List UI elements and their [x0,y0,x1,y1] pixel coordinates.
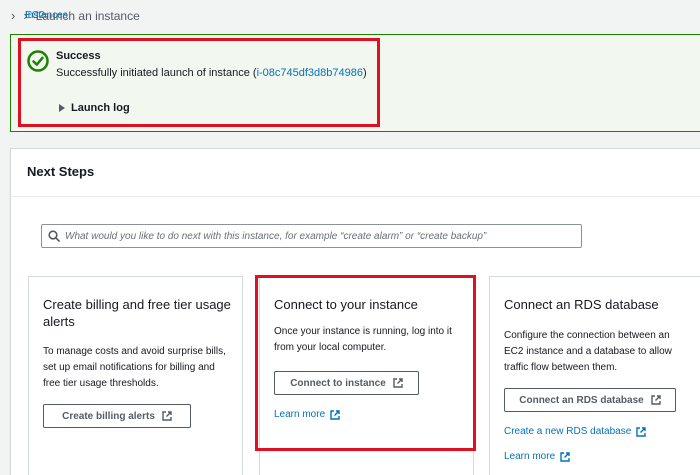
launch-log-label: Launch log [71,102,130,114]
learn-more-link[interactable]: Learn more [504,451,570,462]
card-title: Connect to your instance [274,297,418,312]
flash-message: Successfully initiated launch of instanc… [56,67,367,79]
button-label: Connect to instance [290,377,386,389]
breadcrumb: EC2 › Instances › Launch an instance [11,8,140,23]
flash-title: Success [56,50,101,62]
link-label: Create a new RDS database [504,426,632,437]
card-title: Connect an RDS database [504,297,659,312]
external-link-icon [393,378,403,388]
success-flash: Success Successfully initiated launch of… [10,34,700,132]
card-description: Once your instance is running, log into … [274,326,452,353]
instance-id-link[interactable]: i-08c745df3d8b74986 [257,67,363,79]
link-label: Learn more [274,409,326,420]
external-link-icon [560,451,570,462]
external-link-icon [651,395,661,405]
create-rds-database-link[interactable]: Create a new RDS database [504,426,646,437]
success-check-icon [27,50,49,72]
connect-to-instance-button[interactable]: Connect to instance [274,371,419,395]
external-link-icon [330,409,340,420]
flash-message-suffix: ) [363,67,367,79]
panel-title: Next Steps [27,164,95,179]
card-description: To manage costs and avoid surprise bills… [43,346,226,389]
button-label: Connect an RDS database [519,394,644,406]
next-steps-panel: Next Steps Create billing and free tier … [10,148,700,475]
card-description: Configure the connection between an EC2 … [504,330,672,373]
learn-more-link[interactable]: Learn more [274,409,340,420]
external-link-icon [162,411,172,421]
search-input[interactable] [65,228,575,244]
card-connect-rds: Connect an RDS database Configure the co… [489,276,700,475]
caret-right-icon [59,104,65,112]
create-billing-alerts-button[interactable]: Create billing alerts [43,404,191,428]
search-icon [48,230,60,242]
connect-rds-database-button[interactable]: Connect an RDS database [504,388,676,412]
link-label: Learn more [504,451,556,462]
external-link-icon [636,426,646,437]
card-title: Create billing and free tier usage alert… [43,297,231,329]
flash-message-prefix: Successfully initiated launch of instanc… [56,67,257,79]
card-billing-alerts: Create billing and free tier usage alert… [28,276,243,475]
button-label: Create billing alerts [62,410,155,422]
panel-header: Next Steps [11,149,700,197]
next-steps-search[interactable] [41,224,582,248]
chevron-right-icon: › [11,8,16,23]
card-connect-instance: Connect to your instance Once your insta… [259,276,474,475]
breadcrumb-instances[interactable]: Instances [25,10,68,21]
launch-log-toggle[interactable]: Launch log [59,102,130,114]
